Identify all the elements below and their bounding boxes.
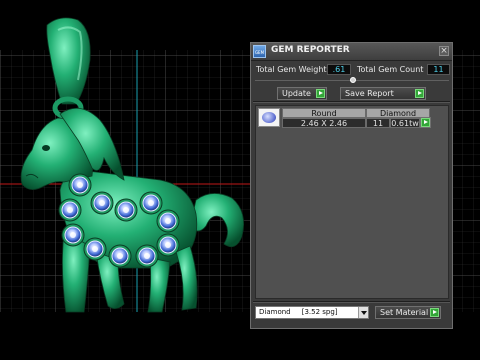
- app-icon: GEM: [253, 45, 266, 58]
- weight-slider-thumb[interactable]: [350, 77, 356, 83]
- play-icon: [421, 118, 430, 127]
- set-material-button-label: Set Material: [380, 308, 429, 317]
- gem-setting[interactable]: [108, 244, 132, 268]
- play-icon: [430, 308, 439, 317]
- panel-title: GEM REPORTER: [271, 45, 350, 55]
- table-header-shape: Round: [282, 108, 366, 118]
- save-report-button[interactable]: Save Report: [340, 87, 426, 100]
- total-gem-weight-value: .61: [327, 64, 351, 75]
- select-gem-button[interactable]: [420, 117, 431, 128]
- update-button[interactable]: Update: [277, 87, 327, 100]
- total-gem-weight-label: Total Gem Weight: [256, 65, 327, 74]
- gem-setting[interactable]: [68, 173, 92, 197]
- divider: [253, 301, 450, 303]
- gem-weight-cell: 0.61tw: [390, 118, 420, 128]
- round-gem-icon: [262, 112, 276, 123]
- total-gem-count-value: 11: [427, 64, 450, 75]
- play-icon: [316, 89, 325, 98]
- material-select[interactable]: Diamond [3.52 spg]: [255, 306, 369, 319]
- gem-setting[interactable]: [156, 233, 180, 257]
- close-icon[interactable]: ×: [439, 46, 449, 56]
- divider: [253, 101, 450, 103]
- gem-setting[interactable]: [156, 209, 180, 233]
- gem-setting[interactable]: [114, 198, 138, 222]
- gem-setting[interactable]: [58, 198, 82, 222]
- total-gem-count-label: Total Gem Count: [357, 65, 424, 74]
- gem-setting[interactable]: [135, 244, 159, 268]
- update-button-label: Update: [282, 89, 311, 98]
- gem-setting[interactable]: [139, 191, 163, 215]
- gem-setting[interactable]: [61, 223, 85, 247]
- gem-thumbnail: [258, 108, 280, 127]
- set-material-button[interactable]: Set Material: [375, 306, 441, 319]
- gem-reporter-panel[interactable]: GEM GEM REPORTER × Total Gem Weight .61 …: [250, 42, 453, 329]
- play-icon: [415, 89, 424, 98]
- gem-size-cell: 2.46 X 2.46: [282, 118, 366, 128]
- save-report-button-label: Save Report: [345, 89, 394, 98]
- panel-titlebar[interactable]: GEM GEM REPORTER ×: [251, 43, 452, 61]
- gem-setting[interactable]: [83, 237, 107, 261]
- gem-setting[interactable]: [90, 191, 114, 215]
- chevron-down-icon[interactable]: [358, 307, 368, 318]
- gem-count-cell: 11: [366, 118, 390, 128]
- gem-list[interactable]: Round Diamond 2.46 X 2.46 11 0.61tw: [255, 105, 449, 299]
- material-select-value: Diamond [3.52 spg]: [259, 308, 338, 316]
